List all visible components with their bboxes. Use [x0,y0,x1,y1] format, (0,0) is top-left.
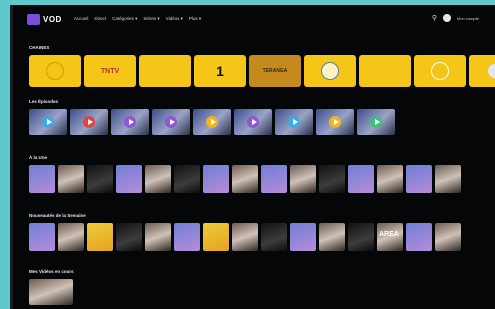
continue-tile[interactable] [29,279,73,305]
play-icon[interactable] [370,116,382,128]
tv-screen: VOD Accueil Direct Catégories ▾ Séries ▾… [10,5,495,309]
play-icon[interactable] [83,116,95,128]
poster-tile[interactable] [290,223,316,251]
user-label[interactable]: Mon compte [457,16,479,21]
poster-tile[interactable] [319,165,345,193]
episode-tile[interactable] [193,109,231,135]
poster-tile[interactable] [348,165,374,193]
top-navigation-bar: VOD Accueil Direct Catégories ▾ Séries ▾… [13,5,495,33]
channel-name: TNTV [100,67,120,75]
play-icon[interactable] [165,116,177,128]
poster-tile[interactable]: AREA [377,223,403,251]
header-actions: ⚲ Mon compte [432,14,479,22]
app-logo[interactable]: VOD [27,13,62,25]
poster-tile[interactable] [290,165,316,193]
episodes-row [29,109,395,135]
play-icon[interactable] [206,116,218,128]
weekly-row: AREA [29,223,461,251]
channel-tile[interactable]: TNTV [84,55,136,87]
poster-tile[interactable] [377,165,403,193]
poster-tile[interactable] [145,165,171,193]
channels-row: TNTV 1 TERANGA [29,55,495,87]
poster-tile[interactable] [174,223,200,251]
channel-tile[interactable] [359,55,411,87]
featured-row [29,165,461,193]
section-title-featured: À la Une [29,155,48,160]
channel-tile[interactable] [469,55,495,87]
play-icon[interactable] [247,116,259,128]
poster-tile[interactable] [58,223,84,251]
episode-tile[interactable] [29,109,67,135]
poster-tile[interactable] [58,165,84,193]
episode-tile[interactable] [234,109,272,135]
nav-item-home[interactable]: Accueil [74,16,89,22]
poster-tile[interactable] [116,165,142,193]
episode-tile[interactable] [152,109,190,135]
channel-name: 1 [216,63,224,79]
channel-emblem-icon [321,62,339,80]
poster-tile[interactable] [203,223,229,251]
channel-logo-icon [46,62,64,80]
logo-text: VOD [43,14,62,24]
episode-tile[interactable] [275,109,313,135]
poster-tile[interactable] [406,223,432,251]
nav-item-live[interactable]: Direct [94,16,106,22]
poster-tile[interactable] [145,223,171,251]
channel-logo-icon [431,62,449,80]
section-title-weekly: Nouveautés de la Semaine [29,213,86,218]
poster-tile[interactable] [29,223,55,251]
episode-tile[interactable] [316,109,354,135]
channel-tile[interactable] [29,55,81,87]
poster-tile[interactable] [29,165,55,193]
play-icon[interactable] [124,116,136,128]
poster-tile[interactable] [116,223,142,251]
avatar[interactable] [442,14,451,22]
logo-icon [27,13,40,25]
section-title-episodes: Les Épisodes [29,99,59,104]
nav-item-categories[interactable]: Catégories ▾ [112,16,137,22]
poster-tile[interactable] [232,223,258,251]
channel-tile[interactable]: TERANGA [249,55,301,87]
episode-tile[interactable] [70,109,108,135]
episode-tile[interactable] [111,109,149,135]
channel-name: TERANGA [262,68,288,74]
play-icon[interactable] [288,116,300,128]
channel-tile[interactable] [139,55,191,87]
poster-tile[interactable] [87,165,113,193]
poster-tile[interactable] [174,165,200,193]
continue-row [29,279,73,305]
poster-tile[interactable] [261,165,287,193]
poster-tile[interactable] [203,165,229,193]
poster-tile[interactable] [232,165,258,193]
main-nav: Accueil Direct Catégories ▾ Séries ▾ Vid… [74,16,201,22]
section-title-continue: Mes Vidéos en cours [29,269,74,274]
poster-tile[interactable] [435,165,461,193]
episode-tile[interactable] [357,109,395,135]
channel-tile[interactable] [414,55,466,87]
nav-item-series[interactable]: Séries ▾ [143,16,159,22]
poster-tile[interactable] [435,223,461,251]
play-icon[interactable] [42,116,54,128]
poster-tile[interactable] [406,165,432,193]
channel-tile[interactable] [304,55,356,87]
poster-tile[interactable] [261,223,287,251]
poster-tile[interactable] [87,223,113,251]
poster-title: AREA [379,231,399,238]
poster-tile[interactable] [348,223,374,251]
poster-tile[interactable] [319,223,345,251]
search-icon[interactable]: ⚲ [432,14,437,22]
channel-globe-icon [488,64,495,78]
nav-item-videos[interactable]: Vidéos ▾ [166,16,183,22]
channel-tile[interactable]: 1 [194,55,246,87]
play-icon[interactable] [329,116,341,128]
section-title-channels: CHAINES [29,45,50,50]
nav-item-more[interactable]: Plus ▾ [189,16,201,22]
